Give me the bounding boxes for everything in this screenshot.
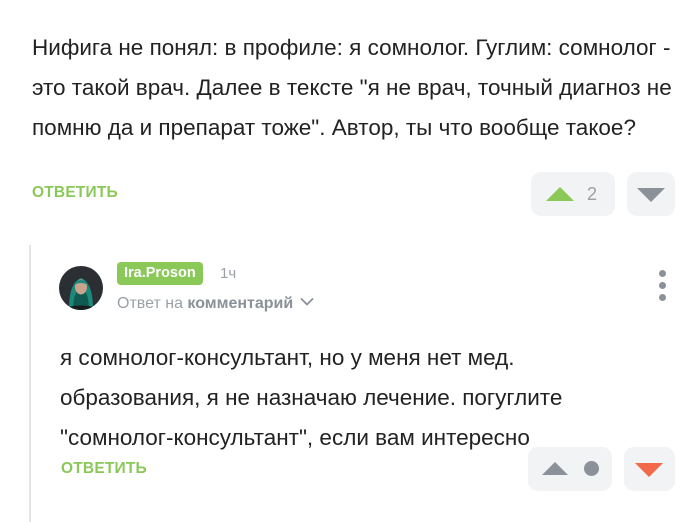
downvote-button[interactable] [624,447,675,491]
chevron-down-icon [300,298,314,306]
downvote-button[interactable] [627,172,675,216]
reply-text: я сомнолог-консультант, но у меня нет ме… [60,345,563,450]
reply-button[interactable]: ОТВЕТИТЬ [32,184,118,202]
comment-time: 1ч [220,265,237,282]
reply-to-target: комментарий [187,295,294,312]
triangle-down-icon [635,463,663,477]
rating-count: 2 [587,184,598,204]
triangle-up-icon [542,462,568,475]
avatar[interactable] [59,266,103,310]
username-badge[interactable]: Ira.Proson [117,262,203,285]
reply-to-link[interactable]: Ответ на комментарий [117,292,314,316]
upvote-button[interactable] [528,447,612,491]
triangle-up-icon [546,187,574,201]
reply-to-prefix: Ответ на [117,295,183,312]
upvote-button[interactable]: 2 [531,172,615,216]
thread-line [29,245,31,522]
triangle-down-icon [637,188,665,202]
vertical-dots-icon[interactable] [655,270,669,302]
reply-button[interactable]: ОТВЕТИТЬ [61,460,147,478]
comment-text: Нифига не понял: в профиле: я сомнолог. … [32,35,672,140]
rating-hidden-dot [584,461,599,476]
